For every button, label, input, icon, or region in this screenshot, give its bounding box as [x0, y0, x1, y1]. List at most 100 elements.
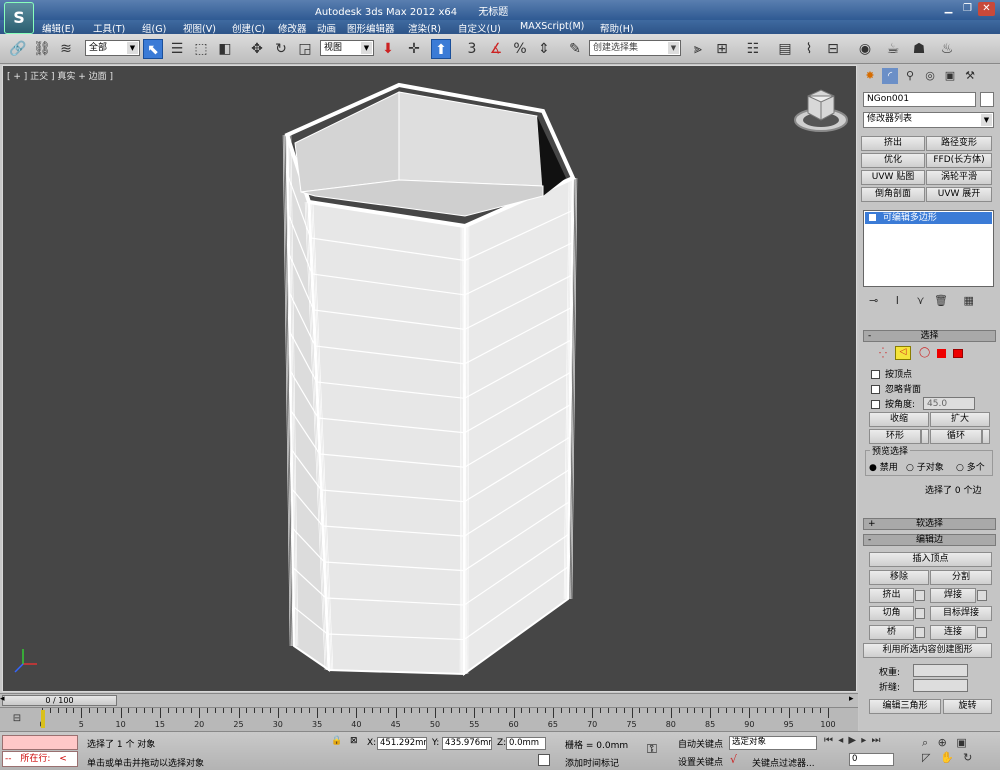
- border-level-icon[interactable]: ◯: [919, 347, 930, 358]
- menu-tools[interactable]: 工具(T): [93, 21, 125, 35]
- menu-rendering[interactable]: 渲染(R): [408, 21, 441, 35]
- modifier-extrude-button[interactable]: 挤出: [861, 136, 925, 151]
- object-name-field[interactable]: NGon001: [863, 92, 976, 107]
- keyboard-shortcut-override-icon[interactable]: ⬆: [431, 39, 451, 59]
- menu-graph-editors[interactable]: 图形编辑器: [347, 21, 395, 35]
- split-button[interactable]: 分割: [930, 570, 992, 585]
- modifier-uvw-map-button[interactable]: UVW 贴图: [861, 170, 925, 185]
- remove-button[interactable]: 移除: [869, 570, 929, 585]
- unlink-icon[interactable]: ⛓: [32, 39, 52, 59]
- extrude-button[interactable]: 挤出: [869, 588, 914, 603]
- schematic-view-icon[interactable]: ⊟: [823, 39, 843, 59]
- configure-sets-icon[interactable]: ▦: [964, 294, 974, 307]
- extrude-settings-button[interactable]: [915, 590, 925, 601]
- time-slider-track[interactable]: 0 / 100 ◂ ▸: [0, 693, 858, 707]
- element-level-icon[interactable]: [953, 349, 963, 358]
- field-of-view-icon[interactable]: ◸: [922, 751, 930, 764]
- ignore-backfacing-checkbox[interactable]: 忽略背面: [871, 382, 921, 395]
- orbit-icon[interactable]: ↻: [963, 751, 972, 764]
- angle-snap-icon[interactable]: ∡: [486, 39, 506, 59]
- menu-create[interactable]: 创建(C): [232, 21, 265, 35]
- maxscript-listener[interactable]: [2, 735, 78, 750]
- modifier-unwrap-uvw-button[interactable]: UVW 展开: [926, 187, 992, 202]
- motion-tab-icon[interactable]: ◎: [922, 68, 938, 84]
- pin-stack-icon[interactable]: ⊸: [869, 294, 878, 307]
- key-mode-dropdown[interactable]: 选定对象: [729, 736, 817, 750]
- by-vertex-checkbox[interactable]: 按顶点: [871, 367, 912, 380]
- app-logo-button[interactable]: S: [4, 2, 34, 34]
- set-key-button[interactable]: 设置关键点: [678, 755, 723, 768]
- maximize-button[interactable]: ❐: [959, 2, 976, 16]
- select-by-name-icon[interactable]: ☰: [167, 39, 187, 59]
- current-frame-field[interactable]: 0: [849, 753, 894, 766]
- snaps-toggle-icon[interactable]: 3: [462, 39, 482, 59]
- link-icon[interactable]: 🔗: [8, 39, 28, 59]
- loop-spinner[interactable]: [982, 429, 990, 444]
- weight-spinner[interactable]: [913, 664, 968, 677]
- object-color-swatch[interactable]: [980, 92, 994, 107]
- absolute-mode-icon[interactable]: ⊠: [350, 736, 358, 746]
- bridge-button[interactable]: 桥: [869, 625, 914, 640]
- ngon-object[interactable]: [284, 82, 576, 676]
- viewcube[interactable]: [794, 89, 848, 132]
- mini-curve-editor-icon[interactable]: ⊟: [6, 713, 28, 727]
- turn-button[interactable]: 旋转: [943, 699, 992, 714]
- scale-icon[interactable]: ◲: [295, 39, 315, 59]
- target-weld-button[interactable]: 目标焊接: [930, 606, 992, 621]
- select-object-icon[interactable]: ⬉: [143, 39, 163, 59]
- auto-key-button[interactable]: 自动关键点: [678, 737, 723, 750]
- select-and-manipulate-icon[interactable]: ✛: [404, 39, 424, 59]
- by-angle-checkbox[interactable]: 按角度:: [871, 397, 915, 410]
- lock-icon[interactable]: 🔒: [331, 736, 342, 746]
- display-tab-icon[interactable]: ▣: [942, 68, 958, 84]
- named-selection-dropdown[interactable]: 创建选择集 ▼: [589, 40, 681, 56]
- minimize-button[interactable]: ▁: [940, 2, 957, 16]
- stack-item-editable-poly[interactable]: 可编辑多边形: [865, 212, 992, 224]
- z-coordinate-field[interactable]: 0.0mm: [506, 737, 546, 750]
- layer-manager-icon[interactable]: ☷: [743, 39, 763, 59]
- percent-snap-icon[interactable]: %: [510, 39, 530, 59]
- weld-button[interactable]: 焊接: [930, 588, 976, 603]
- reference-coordinate-dropdown[interactable]: 视图 ▼: [320, 40, 374, 56]
- modifier-bevel-profile-button[interactable]: 倒角剖面: [861, 187, 925, 202]
- spinner-snap-icon[interactable]: ⇕: [534, 39, 554, 59]
- trackbar[interactable]: ⊟ 05101520253035404550556065707580859095…: [0, 707, 858, 731]
- menu-help[interactable]: 帮助(H): [600, 21, 634, 35]
- expand-icon[interactable]: [869, 214, 876, 221]
- modifier-optimize-button[interactable]: 优化: [861, 153, 925, 168]
- chamfer-settings-button[interactable]: [915, 608, 925, 619]
- align-icon[interactable]: ⊞: [712, 39, 732, 59]
- edit-triangulation-button[interactable]: 编辑三角形: [869, 699, 941, 714]
- prev-frame-icon[interactable]: ◂: [0, 694, 5, 704]
- soft-selection-rollout-header[interactable]: + 软选择: [863, 518, 996, 530]
- graphite-tools-icon[interactable]: ▤: [775, 39, 795, 59]
- close-button[interactable]: ✕: [978, 2, 995, 16]
- edge-level-icon[interactable]: ◁: [895, 346, 911, 360]
- modifier-ffd-box-button[interactable]: FFD(长方体): [926, 153, 992, 168]
- selection-filter-dropdown[interactable]: 全部 ▼: [85, 40, 140, 56]
- weld-settings-button[interactable]: [977, 590, 987, 601]
- next-frame-icon[interactable]: ▸: [849, 694, 854, 704]
- zoom-icon[interactable]: ⌕: [922, 736, 928, 749]
- shrink-button[interactable]: 收缩: [869, 412, 929, 427]
- insert-vertex-button[interactable]: 插入顶点: [869, 552, 992, 567]
- render-production-icon[interactable]: ♨: [937, 39, 957, 59]
- preview-multi-radio[interactable]: ○ 多个: [956, 460, 985, 473]
- rendered-frame-window-icon[interactable]: ☗: [909, 39, 929, 59]
- zoom-all-icon[interactable]: ⊕: [938, 736, 947, 749]
- remove-modifier-icon[interactable]: 🗑: [934, 294, 948, 307]
- show-end-result-icon[interactable]: Ι: [896, 294, 899, 307]
- status-square-icon[interactable]: [538, 754, 550, 766]
- loop-button[interactable]: 循环: [930, 429, 982, 444]
- grow-button[interactable]: 扩大: [930, 412, 990, 427]
- set-key-icon[interactable]: √: [730, 753, 737, 766]
- polygon-level-icon[interactable]: [937, 349, 946, 358]
- connect-button[interactable]: 连接: [930, 625, 976, 640]
- modifier-turbosmooth-button[interactable]: 涡轮平滑: [926, 170, 992, 185]
- bind-space-warp-icon[interactable]: ≋: [56, 39, 76, 59]
- rotate-icon[interactable]: ↻: [271, 39, 291, 59]
- edit-named-selection-icon[interactable]: ✎: [565, 39, 585, 59]
- material-editor-icon[interactable]: ◉: [855, 39, 875, 59]
- ring-button[interactable]: 环形: [869, 429, 921, 444]
- pivot-center-icon[interactable]: ⬇: [378, 39, 398, 59]
